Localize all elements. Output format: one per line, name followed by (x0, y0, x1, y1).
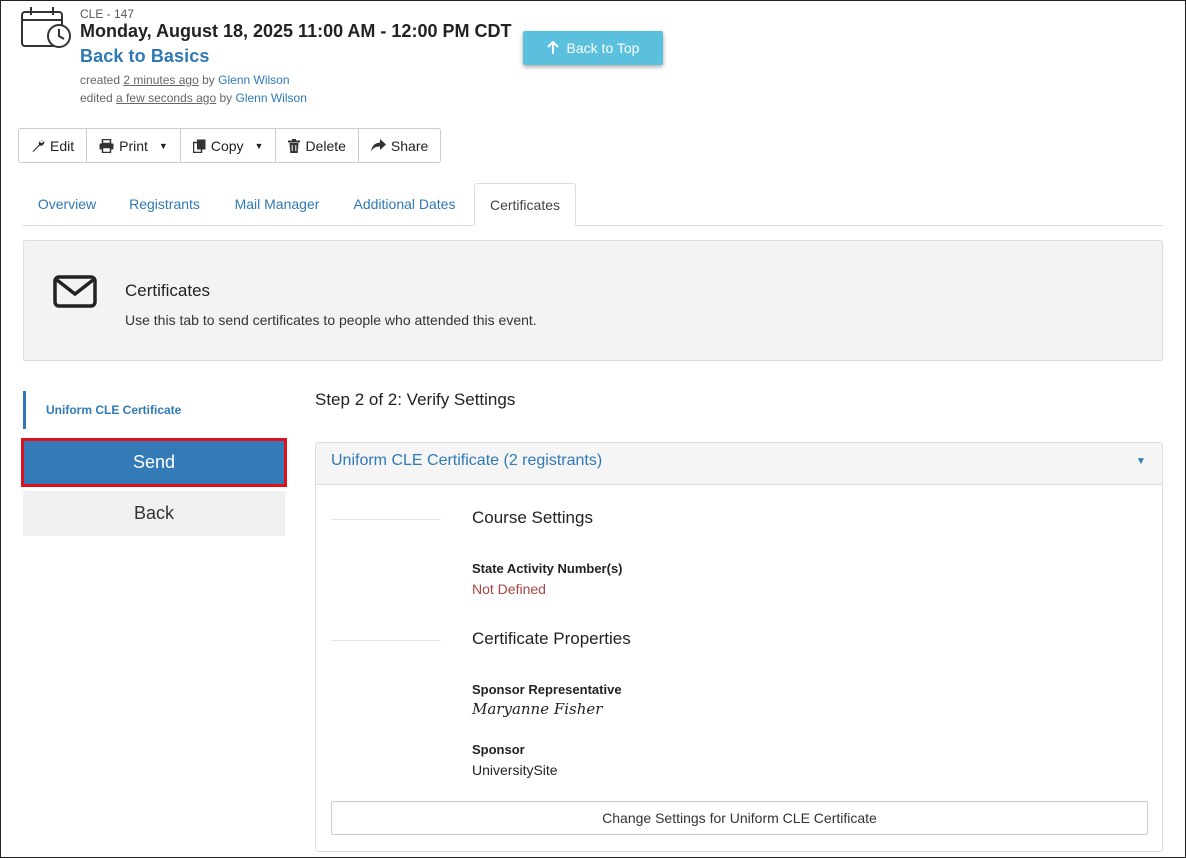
action-toolbar: Edit Print ▼ Copy ▼ Delete Share (18, 128, 442, 163)
caret-down-icon: ▼ (254, 140, 264, 151)
created-by-word: by (202, 73, 215, 87)
caret-down-icon: ▼ (158, 140, 168, 151)
event-id: CLE - 147 (80, 7, 135, 21)
wrench-icon (32, 139, 45, 152)
course-settings-title: Course Settings (472, 508, 593, 527)
envelope-icon (53, 275, 97, 308)
created-prefix: created (80, 73, 121, 87)
share-icon (370, 139, 386, 152)
panel-title: Certificates (125, 281, 211, 300)
tab-registrants[interactable]: Registrants (116, 183, 213, 224)
edited-by-link[interactable]: Glenn Wilson (236, 91, 307, 105)
arrow-up-icon (546, 41, 559, 54)
edited-prefix: edited (80, 91, 113, 105)
copy-icon (192, 139, 206, 153)
sponsor-value: UniversitySite (472, 762, 558, 778)
send-button[interactable]: Send (21, 438, 287, 487)
share-label: Share (390, 137, 429, 154)
certificate-properties-title: Certificate Properties (472, 629, 631, 648)
copy-button[interactable]: Copy ▼ (181, 129, 277, 162)
edit-button[interactable]: Edit (19, 129, 88, 162)
tab-bar: Overview Registrants Mail Manager Additi… (22, 183, 1163, 226)
share-button[interactable]: Share (359, 129, 440, 162)
back-button[interactable]: Back (23, 491, 285, 536)
calendar-clock-icon (21, 7, 71, 48)
created-time-link[interactable]: 2 minutes ago (123, 73, 198, 87)
back-to-top-label: Back to Top (566, 40, 640, 56)
accordion-title[interactable]: Uniform CLE Certificate (2 registrants) (331, 452, 602, 470)
delete-button[interactable]: Delete (276, 129, 359, 162)
print-label: Print (119, 137, 148, 154)
panel-description: Use this tab to send certificates to peo… (125, 312, 537, 328)
edited-time-link[interactable]: a few seconds ago (116, 91, 216, 105)
tab-certificates[interactable]: Certificates (474, 183, 576, 226)
state-activity-label: State Activity Number(s) (472, 561, 623, 576)
sponsor-representative-signature: Maryanne Fisher (472, 700, 603, 718)
step-title: Step 2 of 2: Verify Settings (315, 390, 516, 409)
section-divider (331, 640, 441, 641)
back-to-top-button[interactable]: Back to Top (523, 31, 663, 65)
tab-mail-manager[interactable]: Mail Manager (222, 183, 332, 224)
edited-by-word: by (219, 91, 233, 105)
change-settings-button[interactable]: Change Settings for Uniform CLE Certific… (331, 801, 1148, 835)
copy-label: Copy (210, 137, 244, 154)
event-date: Monday, August 18, 2025 11:00 AM - 12:00… (80, 21, 512, 41)
printer-icon (99, 138, 114, 153)
tab-overview[interactable]: Overview (22, 183, 112, 224)
sponsor-representative-label: Sponsor Representative (472, 682, 622, 697)
sponsor-label: Sponsor (472, 742, 525, 757)
edited-meta: edited a few seconds ago by Glenn Wilson (80, 91, 307, 105)
created-meta: created 2 minutes ago by Glenn Wilson (80, 73, 290, 87)
created-by-link[interactable]: Glenn Wilson (218, 73, 289, 87)
section-divider (331, 519, 441, 520)
edit-label: Edit (50, 137, 75, 154)
tab-additional-dates[interactable]: Additional Dates (342, 183, 467, 224)
sidebar-item-uniform-cle-certificate[interactable]: Uniform CLE Certificate (23, 391, 283, 429)
certificate-accordion (315, 442, 1163, 852)
state-activity-value: Not Defined (472, 581, 546, 597)
trash-icon (288, 138, 301, 153)
print-button[interactable]: Print ▼ (87, 129, 181, 162)
delete-label: Delete (305, 137, 346, 154)
event-title-link[interactable]: Back to Basics (80, 46, 209, 67)
caret-down-icon[interactable]: ▼ (1136, 456, 1146, 467)
